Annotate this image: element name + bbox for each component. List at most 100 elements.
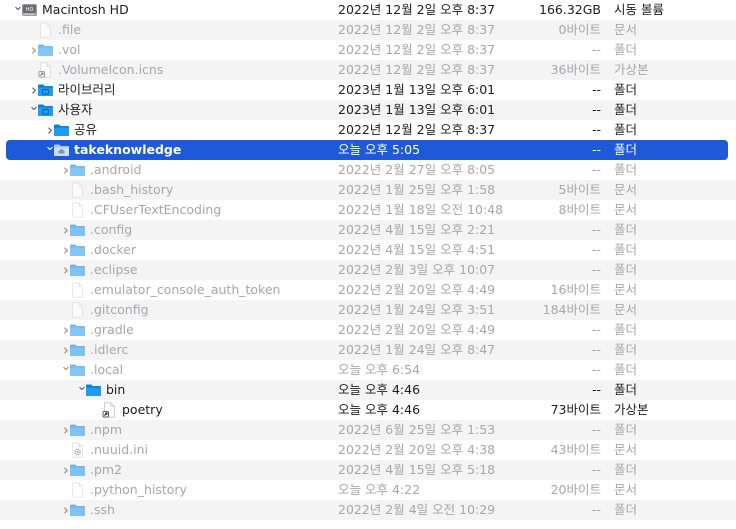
document-icon: [69, 182, 86, 198]
file-row[interactable]: › .idlerc 2022년 1월 24일 오후 8:47 -- 폴더: [0, 340, 736, 360]
file-name: .local: [90, 362, 124, 377]
file-row[interactable]: ⌄ HD Macintosh HD 2022년 12월 2일 오후 8:37 166.3…: [0, 0, 736, 20]
file-row[interactable]: ⌄ .local 오늘 오후 6:54 -- 폴더: [0, 360, 736, 380]
file-row[interactable]: › .pm2 2022년 4월 15일 오후 5:18 -- 폴더: [0, 460, 736, 480]
file-size: --: [591, 222, 601, 237]
file-kind: 폴더: [614, 262, 638, 277]
file-size: 5바이트: [558, 182, 601, 197]
folder-icon: [69, 342, 86, 358]
file-name: .ssh: [90, 502, 115, 517]
date-modified: 2022년 4월 15일 오후 4:51: [338, 242, 496, 257]
date-modified: 2022년 1월 18일 오전 10:48: [338, 202, 504, 217]
file-row[interactable]: .bash_history 2022년 1월 25일 오후 1:58 5바이트 문서: [0, 180, 736, 200]
file-row[interactable]: .nuuid.ini 2022년 2월 20일 오후 4:38 43바이트 문서: [0, 440, 736, 460]
file-name: .VolumeIcon.icns: [58, 62, 164, 77]
file-row[interactable]: .VolumeIcon.icns 2022년 12월 2일 오후 8:37 36바이…: [0, 60, 736, 80]
date-modified: 2022년 2월 20일 오후 4:49: [338, 322, 496, 337]
file-row[interactable]: › .gradle 2022년 2월 20일 오후 4:49 -- 폴더: [0, 320, 736, 340]
file-size: 73바이트: [550, 402, 601, 417]
file-size: --: [591, 162, 601, 177]
folder-icon: [69, 422, 86, 438]
file-kind: 문서: [614, 302, 638, 317]
file-size: --: [591, 322, 601, 337]
file-kind: 폴더: [614, 382, 638, 397]
file-name: .vol: [58, 42, 81, 57]
file-kind: 폴더: [614, 362, 638, 377]
file-row[interactable]: .python_history 오늘 오후 4:22 20바이트 문서: [0, 480, 736, 500]
file-kind: 문서: [614, 282, 638, 297]
hard-drive-icon: HD: [21, 2, 38, 18]
file-name: poetry: [122, 402, 163, 417]
file-row[interactable]: poetry 오늘 오후 4:46 73바이트 가상본: [0, 400, 736, 420]
file-name: .pm2: [90, 462, 123, 477]
file-row[interactable]: .gitconfig 2022년 1월 24일 오후 3:51 184바이트 문서: [0, 300, 736, 320]
file-name: .gradle: [90, 322, 134, 337]
date-modified: 2023년 1월 13일 오후 6:01: [338, 102, 496, 117]
date-modified: 2022년 1월 25일 오후 1:58: [338, 182, 496, 197]
alias-document-icon: [37, 62, 54, 78]
svg-text:HD: HD: [26, 7, 34, 13]
file-kind: 문서: [614, 182, 638, 197]
folder-icon: [69, 222, 86, 238]
file-row[interactable]: › .npm 2022년 6월 25일 오후 1:53 -- 폴더: [0, 420, 736, 440]
date-modified: 2022년 2월 20일 오후 4:38: [338, 442, 496, 457]
folder-icon: [53, 122, 70, 138]
file-row[interactable]: › .config 2022년 4월 15일 오후 2:21 -- 폴더: [0, 220, 736, 240]
file-name: .nuuid.ini: [90, 442, 148, 457]
file-kind: 폴더: [614, 162, 638, 177]
folder-icon: [69, 162, 86, 178]
file-row[interactable]: › .android 2022년 2월 27일 오후 8:05 -- 폴더: [0, 160, 736, 180]
folder-icon: [69, 262, 86, 278]
file-row[interactable]: › .ssh 2022년 2월 4일 오전 10:29 -- 폴더: [0, 500, 736, 520]
file-row[interactable]: .CFUserTextEncoding 2022년 1월 18일 오전 10:48…: [0, 200, 736, 220]
folder-icon: [85, 382, 102, 398]
folder-icon: [69, 362, 86, 378]
file-name: .file: [58, 22, 82, 37]
file-row[interactable]: .emulator_console_auth_token 2022년 2월 20일…: [0, 280, 736, 300]
date-modified: 2022년 12월 2일 오후 8:37: [338, 122, 496, 137]
date-modified: 2022년 2월 27일 오후 8:05: [338, 162, 496, 177]
date-modified: 2022년 2월 3일 오후 10:07: [338, 262, 496, 277]
file-row[interactable]: › 라이브러리 2023년 1월 13일 오후 6:01 -- 폴더: [0, 80, 736, 100]
file-row[interactable]: › 공유 2022년 12월 2일 오후 8:37 -- 폴더: [0, 120, 736, 140]
file-name: 공유: [74, 122, 98, 137]
date-modified: 2022년 4월 15일 오후 2:21: [338, 222, 496, 237]
file-name: .android: [90, 162, 142, 177]
folder-icon: [69, 322, 86, 338]
date-modified: 2022년 2월 4일 오전 10:29: [338, 502, 496, 517]
file-row-selected[interactable]: ⌄ takeknowledge 오늘 오후 5:05 -- 폴더: [6, 140, 728, 160]
file-kind: 폴더: [614, 462, 638, 477]
file-size: 43바이트: [550, 442, 601, 457]
file-kind: 폴더: [614, 322, 638, 337]
file-row[interactable]: ⌄ 사용자 2023년 1월 13일 오후 6:01 -- 폴더: [0, 100, 736, 120]
date-modified: 오늘 오후 4:22: [338, 482, 421, 497]
date-modified: 2022년 2월 20일 오후 4:49: [338, 282, 496, 297]
file-name: .gitconfig: [90, 302, 149, 317]
file-row[interactable]: › .docker 2022년 4월 15일 오후 4:51 -- 폴더: [0, 240, 736, 260]
document-icon: [37, 22, 54, 38]
date-modified: 2022년 4월 15일 오후 5:18: [338, 462, 496, 477]
file-row[interactable]: › .vol 2022년 12월 2일 오후 8:37 -- 폴더: [0, 40, 736, 60]
file-kind: 폴더: [614, 422, 638, 437]
date-modified: 2022년 12월 2일 오후 8:37: [338, 42, 496, 57]
file-row[interactable]: ⌄ bin 오늘 오후 4:46 -- 폴더: [0, 380, 736, 400]
file-row[interactable]: .file 2022년 12월 2일 오후 8:37 0바이트 문서: [0, 20, 736, 40]
date-modified: 2022년 12월 2일 오후 8:37: [338, 22, 496, 37]
file-size: --: [591, 42, 601, 57]
file-kind: 폴더: [614, 42, 638, 57]
file-name: .eclipse: [90, 262, 138, 277]
document-icon: [69, 302, 86, 318]
file-kind: 가상본: [614, 62, 649, 77]
file-kind: 문서: [614, 22, 638, 37]
file-name: .idlerc: [90, 342, 129, 357]
file-name: 라이브러리: [58, 82, 116, 97]
folder-icon: [69, 242, 86, 258]
file-name: .config: [90, 222, 133, 237]
file-size: 8바이트: [558, 202, 601, 217]
alias-document-icon: [101, 402, 118, 418]
file-row[interactable]: › .eclipse 2022년 2월 3일 오후 10:07 -- 폴더: [0, 260, 736, 280]
file-kind: 폴더: [614, 342, 638, 357]
document-icon: [69, 282, 86, 298]
date-modified: 오늘 오후 4:46: [338, 382, 421, 397]
file-kind: 폴더: [614, 142, 638, 157]
